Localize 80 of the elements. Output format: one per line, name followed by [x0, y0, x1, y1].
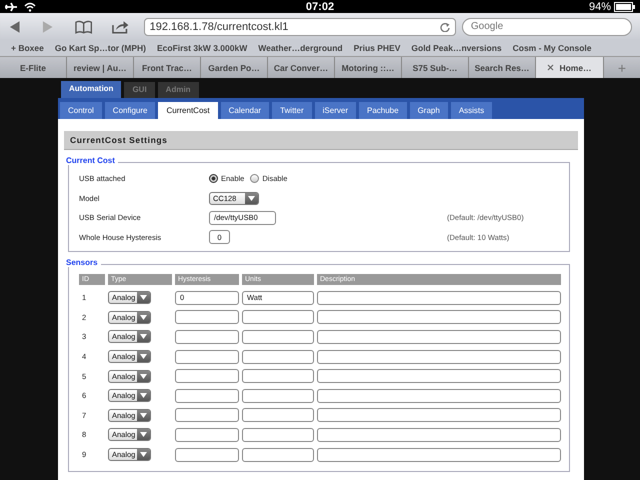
input-field[interactable] [242, 369, 314, 384]
radio-button[interactable] [209, 174, 218, 184]
caret-icon [140, 374, 147, 379]
input-field[interactable] [242, 388, 314, 403]
input-field[interactable] [317, 388, 561, 403]
nav-tab[interactable]: Automation [61, 81, 122, 98]
nav-tab[interactable]: Control [60, 102, 102, 119]
input-field[interactable] [317, 350, 561, 364]
bookmark-link[interactable]: + Boxee [11, 43, 44, 53]
browser-tab[interactable]: Home… [536, 57, 604, 78]
input-field[interactable] [317, 310, 561, 324]
caret-icon [140, 354, 147, 360]
section-heading: CurrentCost Settings [64, 131, 578, 150]
input-field[interactable] [317, 330, 561, 344]
input-field[interactable] [175, 408, 239, 422]
input-field[interactable] [175, 388, 239, 403]
browser-tab[interactable]: Motoring ::… [335, 57, 402, 78]
bookmark-link[interactable]: Weather…derground [258, 43, 343, 53]
input-field[interactable] [175, 428, 239, 442]
browser-tab[interactable]: review | Au… [67, 57, 134, 78]
nav-tab[interactable]: Twitter [272, 102, 312, 119]
input-field[interactable] [175, 330, 239, 344]
input-field[interactable] [242, 330, 314, 344]
caret-icon [140, 412, 147, 418]
clock-time: 07:02 [306, 0, 334, 12]
caret-icon [140, 314, 147, 320]
close-icon [547, 64, 554, 71]
nav-tab[interactable]: CurrentCost [158, 102, 218, 119]
input-field[interactable] [317, 369, 561, 384]
input-field[interactable] [242, 428, 314, 442]
address-field[interactable]: 192.168.1.78/currentcost.kl1 [144, 18, 456, 36]
browser-tab[interactable]: S75 Sub-… [402, 57, 469, 78]
fieldset-legend: Current Cost [63, 156, 118, 165]
browser-tab[interactable]: Front Trac… [134, 57, 201, 78]
caret-icon [140, 393, 147, 398]
search-field[interactable]: Google [462, 18, 632, 36]
input-field[interactable] [242, 408, 314, 422]
nav-tab[interactable]: Configure [104, 102, 156, 119]
bookmark-link[interactable]: Cosm - My Console [512, 43, 592, 53]
browser-tab[interactable]: E-Flite [0, 57, 67, 78]
bookmark-link[interactable]: Gold Peak…nversions [411, 43, 502, 53]
reload-icon [440, 22, 450, 32]
nav-tab[interactable]: Graph [410, 102, 448, 119]
nav-tab[interactable]: Assists [450, 102, 492, 119]
input-field[interactable] [175, 350, 239, 364]
nav-tab[interactable]: Calendar [220, 102, 270, 119]
radio-button[interactable] [250, 174, 260, 184]
fieldset-legend: Sensors [63, 258, 101, 267]
caret-icon [140, 452, 147, 458]
caret-icon [140, 334, 147, 340]
input-field[interactable] [317, 290, 561, 305]
url-text: 192.168.1.78/currentcost.kl1 [150, 20, 288, 32]
caret-icon [140, 295, 147, 300]
input-field[interactable] [317, 448, 561, 462]
browser-tab[interactable]: Car Conver… [268, 57, 335, 78]
input-field[interactable] [242, 310, 314, 324]
forward-icon[interactable] [41, 20, 55, 34]
back-icon[interactable] [8, 20, 22, 34]
browser-tab[interactable]: Search Res… [469, 57, 536, 78]
input-field[interactable] [317, 428, 561, 442]
input-field[interactable] [242, 448, 314, 462]
input-field[interactable] [242, 350, 314, 364]
bookmark-link[interactable]: Go Kart Sp…tor (MPH) [54, 43, 146, 53]
bookmark-link[interactable]: EcoFirst 3kW 3.000kW [156, 43, 248, 53]
battery-percent: 94% [588, 0, 611, 12]
wifi-icon [24, 2, 36, 12]
share-icon[interactable] [112, 20, 130, 34]
bookmark-link[interactable]: Prius PHEV [354, 43, 400, 53]
caret-icon [140, 432, 147, 438]
nav-tab[interactable]: Pachube [358, 102, 407, 119]
book-icon[interactable] [74, 20, 92, 34]
caret-icon [248, 196, 255, 201]
input-field[interactable] [175, 369, 239, 384]
input-field[interactable] [317, 408, 561, 422]
battery-icon [614, 2, 636, 12]
nav-tab[interactable]: iServer [314, 102, 356, 119]
browser-tab[interactable]: Garden Po… [201, 57, 268, 78]
input-field[interactable] [175, 310, 239, 324]
input-field[interactable] [175, 448, 239, 462]
airplane-icon [4, 2, 18, 12]
